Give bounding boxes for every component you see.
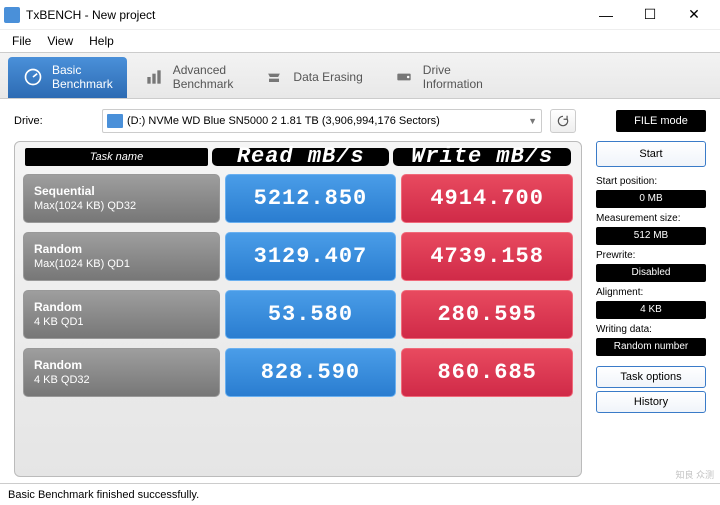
- result-row: RandomMax(1024 KB) QD1 3129.407 4739.158: [23, 232, 573, 281]
- refresh-icon: [556, 114, 570, 128]
- tabbar: BasicBenchmark AdvancedBenchmark Data Er…: [0, 52, 720, 99]
- result-row: Random4 KB QD1 53.580 280.595: [23, 290, 573, 339]
- menubar: File View Help: [0, 30, 720, 52]
- prewrite-label: Prewrite:: [596, 250, 706, 261]
- close-button[interactable]: ✕: [672, 1, 716, 29]
- measurement-size-label: Measurement size:: [596, 213, 706, 224]
- task-name: Random4 KB QD1: [23, 290, 220, 339]
- start-position-label: Start position:: [596, 176, 706, 187]
- menu-help[interactable]: Help: [81, 32, 122, 50]
- header-write: Write mB/s: [393, 148, 571, 166]
- header-task: Task name: [25, 148, 208, 166]
- app-icon: [4, 7, 20, 23]
- drive-value: (D:) NVMe WD Blue SN5000 2 1.81 TB (3,90…: [127, 115, 528, 127]
- minimize-button[interactable]: —: [584, 1, 628, 29]
- start-position-value: 0 MB: [596, 190, 706, 208]
- watermark: 知良 众测: [675, 471, 714, 481]
- window-title: TxBENCH - New project: [26, 8, 584, 22]
- result-row: SequentialMax(1024 KB) QD32 5212.850 491…: [23, 174, 573, 223]
- writing-data-value: Random number: [596, 338, 706, 356]
- tab-advanced-benchmark[interactable]: AdvancedBenchmark: [129, 57, 248, 98]
- write-value: 4739.158: [401, 232, 573, 281]
- drive-select[interactable]: (D:) NVMe WD Blue SN5000 2 1.81 TB (3,90…: [102, 109, 542, 133]
- drive-label: Drive:: [14, 115, 94, 127]
- tab-data-erasing[interactable]: Data Erasing: [249, 57, 376, 98]
- write-value: 280.595: [401, 290, 573, 339]
- gauge-icon: [22, 66, 44, 88]
- history-button[interactable]: History: [596, 391, 706, 413]
- status-bar: Basic Benchmark finished successfully.: [0, 483, 720, 505]
- read-value: 828.590: [225, 348, 397, 397]
- drive-icon: [393, 66, 415, 88]
- tab-drive-information[interactable]: DriveInformation: [379, 57, 497, 98]
- read-value: 53.580: [225, 290, 397, 339]
- result-row: Random4 KB QD32 828.590 860.685: [23, 348, 573, 397]
- prewrite-value: Disabled: [596, 264, 706, 282]
- task-options-button[interactable]: Task options: [596, 366, 706, 388]
- write-value: 4914.700: [401, 174, 573, 223]
- task-name: Random4 KB QD32: [23, 348, 220, 397]
- refresh-button[interactable]: [550, 109, 576, 133]
- alignment-label: Alignment:: [596, 287, 706, 298]
- start-button[interactable]: Start: [596, 141, 706, 167]
- read-value: 5212.850: [225, 174, 397, 223]
- status-text: Basic Benchmark finished successfully.: [8, 489, 199, 501]
- menu-view[interactable]: View: [39, 32, 81, 50]
- file-mode-indicator: FILE mode: [616, 110, 706, 132]
- barchart-icon: [143, 66, 165, 88]
- disk-icon: [107, 114, 123, 128]
- menu-file[interactable]: File: [4, 32, 39, 50]
- side-panel: Start Start position: 0 MB Measurement s…: [596, 141, 706, 477]
- results-panel: Task name Read mB/s Write mB/s Sequentia…: [14, 141, 582, 477]
- chevron-down-icon: ▼: [528, 116, 537, 126]
- titlebar: TxBENCH - New project — ☐ ✕: [0, 0, 720, 30]
- maximize-button[interactable]: ☐: [628, 1, 672, 29]
- measurement-size-value: 512 MB: [596, 227, 706, 245]
- task-name: SequentialMax(1024 KB) QD32: [23, 174, 220, 223]
- alignment-value: 4 KB: [596, 301, 706, 319]
- read-value: 3129.407: [225, 232, 397, 281]
- writing-data-label: Writing data:: [596, 324, 706, 335]
- erase-icon: [263, 66, 285, 88]
- task-name: RandomMax(1024 KB) QD1: [23, 232, 220, 281]
- write-value: 860.685: [401, 348, 573, 397]
- header-read: Read mB/s: [212, 148, 390, 166]
- tab-basic-benchmark[interactable]: BasicBenchmark: [8, 57, 127, 98]
